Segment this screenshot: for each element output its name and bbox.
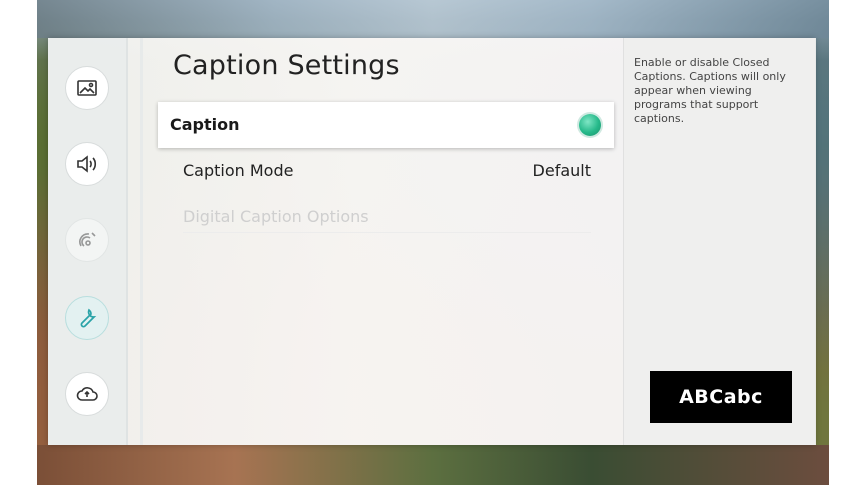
background-sky	[37, 0, 829, 38]
caption-label: Caption	[170, 115, 240, 134]
help-description: Enable or disable Closed Captions. Capti…	[634, 56, 786, 125]
picture-icon[interactable]	[65, 66, 109, 110]
digital-caption-options-label: Digital Caption Options	[183, 207, 369, 226]
caption-mode-value: Default	[532, 161, 591, 180]
help-panel: Enable or disable Closed Captions. Capti…	[623, 38, 816, 445]
sound-icon[interactable]	[65, 142, 109, 186]
general-wrench-icon[interactable]	[65, 296, 109, 340]
digital-caption-options-row: Digital Caption Options	[183, 202, 591, 233]
page-title: Caption Settings	[173, 50, 400, 81]
caption-on-indicator[interactable]	[579, 114, 601, 136]
caption-toggle-row[interactable]: Caption	[158, 102, 614, 148]
rail-divider	[140, 38, 143, 445]
background-ground	[37, 445, 829, 485]
settings-nav-rail	[48, 38, 128, 445]
caption-mode-label: Caption Mode	[183, 161, 294, 180]
caption-preview: ABCabc	[650, 371, 792, 423]
caption-mode-row[interactable]: Caption Mode Default	[183, 156, 591, 186]
support-cloud-icon[interactable]	[65, 372, 109, 416]
settings-panel: Caption Settings Caption Caption Mode De…	[48, 38, 816, 445]
broadcasting-icon[interactable]	[65, 218, 109, 262]
